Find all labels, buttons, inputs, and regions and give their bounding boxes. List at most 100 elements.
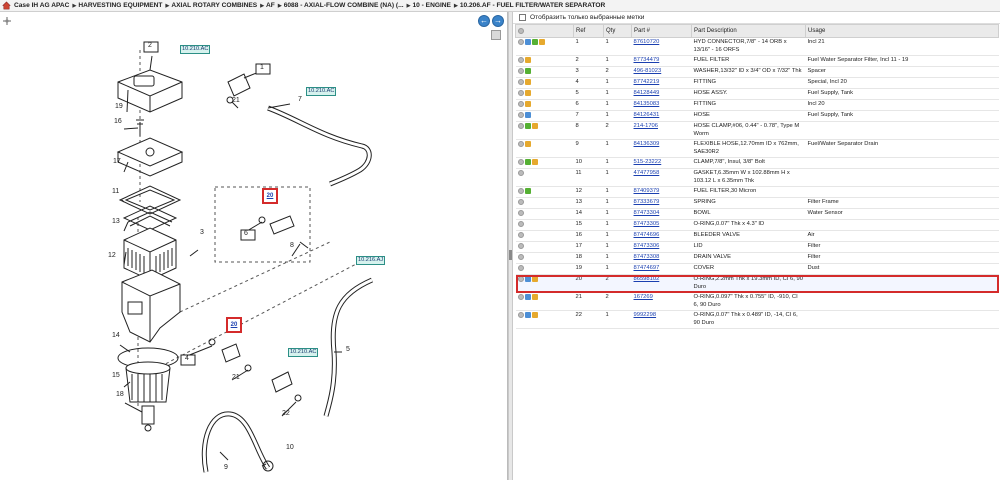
info-icon[interactable]: [524, 312, 531, 319]
callout-label[interactable]: 17: [113, 158, 121, 165]
part-number-link[interactable]: 87473304: [634, 210, 660, 216]
select-row-icon[interactable]: [517, 170, 524, 177]
table-row[interactable]: 7 1 84126431 HOSE Fuel Supply, Tank: [515, 110, 999, 123]
part-number-cell[interactable]: 9992298: [631, 310, 692, 330]
callout-label[interactable]: 21: [232, 97, 240, 104]
select-row-icon[interactable]: [517, 265, 524, 272]
part-number-cell[interactable]: 87473308: [631, 252, 692, 265]
table-row[interactable]: 16 1 87474696 BLEEDER VALVE Air: [515, 230, 999, 243]
part-number-link[interactable]: 87734479: [634, 57, 660, 63]
select-row-icon[interactable]: [517, 254, 524, 261]
part-number-link[interactable]: 84128449: [634, 90, 660, 96]
info-icon[interactable]: [524, 39, 531, 45]
table-row[interactable]: 19 1 87474697 COVER Dust: [515, 263, 999, 276]
callout-label[interactable]: 18: [116, 391, 124, 398]
table-row[interactable]: 3 2 496-81023 WASHER,13/32" ID x 3/4" OD x …: [515, 66, 999, 79]
info-icon[interactable]: [524, 112, 531, 119]
part-number-cell[interactable]: 84135083: [631, 99, 692, 112]
part-number-link[interactable]: 496-81023: [634, 68, 662, 74]
column-header-description[interactable]: Part Description: [691, 24, 806, 38]
cart-icon[interactable]: [524, 90, 531, 97]
table-row[interactable]: 2 1 87734479 FUEL FILTER Fuel Water Separato…: [515, 55, 999, 68]
reference-link[interactable]: 10.216.AJ: [356, 256, 386, 265]
cart-icon[interactable]: [524, 141, 531, 148]
info-icon[interactable]: [524, 276, 531, 283]
select-row-icon[interactable]: [517, 90, 524, 97]
part-number-cell[interactable]: 87409379: [631, 186, 692, 199]
reference-link[interactable]: 10.210.AC: [180, 45, 211, 54]
supersede-icon[interactable]: [524, 188, 531, 195]
select-row-icon[interactable]: [517, 39, 524, 45]
part-number-link[interactable]: 167269: [634, 294, 653, 300]
select-row-icon[interactable]: [517, 188, 524, 195]
cart-icon[interactable]: [531, 276, 538, 283]
splitter-grip-icon[interactable]: [509, 250, 512, 260]
select-row-icon[interactable]: [517, 68, 524, 75]
table-row[interactable]: 4 1 87742219 FITTING Special, Incl 20: [515, 77, 999, 90]
breadcrumb-item[interactable]: Case IH AG APAC: [14, 2, 69, 9]
select-row-icon[interactable]: [517, 276, 524, 283]
select-row-icon[interactable]: [517, 199, 524, 206]
info-icon[interactable]: [524, 294, 531, 301]
table-row[interactable]: 9 1 84136309 FLEXIBLE HOSE,12.70mm ID x 762…: [515, 139, 999, 159]
table-row[interactable]: 12 1 87409379 FUEL FILTER,30 Micron: [515, 186, 999, 199]
table-row[interactable]: 17 1 87473306 LID Filter: [515, 241, 999, 254]
highlighted-callout[interactable]: 20: [262, 188, 278, 204]
cart-icon[interactable]: [531, 294, 538, 301]
part-number-cell[interactable]: 87473306: [631, 241, 692, 254]
callout-label[interactable]: 9: [224, 464, 228, 471]
select-row-icon[interactable]: [517, 159, 524, 166]
part-number-link[interactable]: 87473306: [634, 243, 660, 249]
table-row[interactable]: 6 1 84135083 FITTING Incl 20: [515, 99, 999, 112]
cart-icon[interactable]: [524, 101, 531, 108]
select-row-icon[interactable]: [517, 123, 524, 130]
select-row-icon[interactable]: [517, 312, 524, 319]
part-number-cell[interactable]: 87333679: [631, 197, 692, 210]
part-number-cell[interactable]: 214-1706: [631, 121, 692, 141]
select-row-icon[interactable]: [517, 101, 524, 108]
supersede-icon[interactable]: [524, 68, 531, 75]
part-number-link[interactable]: 87474696: [634, 232, 660, 238]
part-number-cell[interactable]: 167269: [631, 292, 692, 312]
select-row-icon[interactable]: [517, 141, 524, 148]
table-row[interactable]: 22 1 9992298 O-RING,0.07" Thk x 0.489" ID, …: [515, 310, 999, 330]
column-header-ref[interactable]: Ref: [573, 24, 604, 38]
part-number-cell[interactable]: 87610720: [631, 37, 692, 56]
part-number-link[interactable]: 515-23222: [634, 159, 662, 165]
part-number-cell[interactable]: 47477958: [631, 168, 692, 188]
part-number-cell[interactable]: 87473304: [631, 208, 692, 221]
part-number-cell[interactable]: 87734479: [631, 55, 692, 68]
part-number-link[interactable]: 9992298: [634, 312, 657, 318]
part-number-link[interactable]: 87610720: [634, 39, 660, 45]
part-number-link[interactable]: 84136309: [634, 141, 660, 147]
cart-icon[interactable]: [538, 39, 545, 45]
select-all-header[interactable]: [515, 24, 574, 38]
table-row[interactable]: 21 2 167269 O-RING,0.097" Thk x 0.755" ID, …: [515, 292, 999, 312]
column-header-part[interactable]: Part #: [631, 24, 692, 38]
part-number-link[interactable]: 87473305: [634, 221, 660, 227]
select-row-icon[interactable]: [517, 232, 524, 239]
select-all-icon[interactable]: [518, 27, 524, 34]
callout-label[interactable]: 12: [108, 252, 116, 259]
part-number-link[interactable]: 84135083: [634, 101, 660, 107]
part-number-cell[interactable]: 87473305: [631, 219, 692, 232]
table-row[interactable]: 13 1 87333679 SPRING Filter Frame: [515, 197, 999, 210]
callout-label[interactable]: 21: [232, 374, 240, 381]
callout-label[interactable]: 2: [148, 42, 152, 49]
supersede-icon[interactable]: [531, 39, 538, 45]
part-number-link[interactable]: 87333679: [634, 199, 660, 205]
select-row-icon[interactable]: [517, 112, 524, 119]
reference-link[interactable]: 10.210.AC: [288, 348, 319, 357]
callout-label[interactable]: 16: [114, 118, 122, 125]
cart-icon[interactable]: [524, 79, 531, 86]
table-row[interactable]: 11 1 47477958 GASKET,6.35mm W x 102.88mm H …: [515, 168, 999, 188]
table-row-selected[interactable]: 20 2 86598102 O-RING,2.2mm Thk x 19.3mm ID,…: [515, 274, 999, 294]
callout-label[interactable]: 19: [115, 103, 123, 110]
callout-label[interactable]: 11: [112, 188, 119, 195]
callout-label[interactable]: 8: [290, 242, 294, 249]
cart-icon[interactable]: [524, 57, 531, 63]
part-number-cell[interactable]: 84126431: [631, 110, 692, 123]
part-number-link[interactable]: 87742219: [634, 79, 660, 85]
table-row[interactable]: 5 1 84128449 HOSE ASSY. Fuel Supply, Tank: [515, 88, 999, 101]
breadcrumb-item[interactable]: HARVESTING EQUIPMENT: [72, 2, 162, 9]
